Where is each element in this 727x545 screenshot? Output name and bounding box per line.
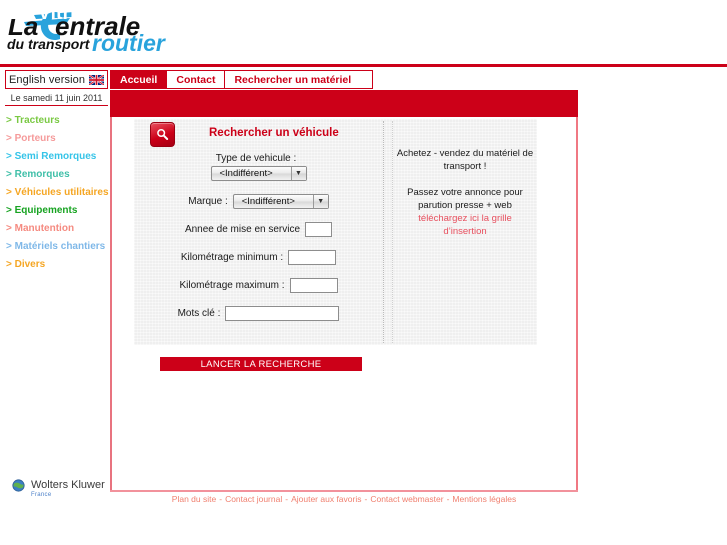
promo-line-3: Passez votre annonce pour	[407, 187, 523, 198]
chevron-down-icon[interactable]: ▼	[290, 167, 306, 180]
footer-separator: -	[219, 494, 223, 504]
footer-divider	[110, 490, 578, 492]
current-date-text: Le samedi 11 juin 2011	[10, 93, 103, 103]
search-panel: Rechercher un véhicule Type de vehicule …	[134, 119, 537, 371]
tab-contact[interactable]: Contact	[166, 70, 225, 89]
sidebar-item-remorques[interactable]: > Remorques	[5, 166, 108, 184]
type-de-vehicule-label: Type de vehicule :	[215, 153, 297, 164]
language-switcher[interactable]: English version	[5, 70, 108, 89]
footer-separator: -	[285, 494, 289, 504]
footer-separator: -	[364, 494, 368, 504]
mots-cle-input[interactable]	[225, 306, 340, 321]
promo-block: Achetez - vendez du matériel de transpor…	[396, 147, 534, 238]
sidebar-item-tracteurs[interactable]: > Tracteurs	[5, 112, 108, 130]
lancer-la-recherche-button[interactable]: LANCER LA RECHERCHE	[160, 357, 362, 371]
panel-divider-right	[392, 121, 393, 343]
wolters-kluwer-globe-icon	[12, 479, 25, 492]
kilometrage-maximum-input[interactable]	[289, 278, 338, 293]
sidebar-item-divers[interactable]: > Divers	[5, 256, 108, 274]
page-root: La entrale du transport routier English …	[0, 0, 727, 545]
page-title-bar	[110, 90, 578, 117]
magnifier-glyph	[157, 128, 169, 140]
footer-link-contact-webmaster[interactable]: Contact webmaster	[370, 494, 443, 504]
promo-spacer	[396, 173, 534, 186]
kilometrage-minimum-input[interactable]	[288, 250, 337, 265]
footer-link-mentions-legales[interactable]: Mentions légales	[452, 494, 516, 504]
sidebar-item-semi-remorques[interactable]: > Semi Remorques	[5, 148, 108, 166]
footer-links: Plan du site - Contact journal - Ajouter…	[110, 494, 578, 504]
sidebar-item-vehicules-utilitaires[interactable]: > Véhicules utilitaires	[5, 184, 109, 202]
sidebar-item-materiels-chantiers[interactable]: > Matériels chantiers	[5, 238, 108, 256]
type-de-vehicule-value: <Indifférent>	[219, 168, 273, 179]
category-sidebar: > Tracteurs > Porteurs > Semi Remorques …	[5, 112, 109, 274]
uk-flag-icon	[89, 74, 105, 85]
annee-mise-en-service-input[interactable]	[305, 222, 333, 237]
magnifier-icon[interactable]	[150, 122, 175, 147]
svg-text:routier: routier	[92, 30, 166, 52]
current-date: Le samedi 11 juin 2011	[5, 91, 108, 106]
promo-download-link[interactable]: téléchargez ici la grille d’insertion	[396, 212, 534, 238]
svg-text:du transport: du transport	[7, 36, 91, 52]
page-title: La Vitrine	[10, 3, 99, 24]
chevron-down-icon[interactable]: ▼	[312, 195, 328, 208]
vehicle-search-form: Type de vehicule : <Indifférent> ▼ Marqu…	[134, 153, 383, 371]
partner-name: Wolters Kluwer	[31, 479, 105, 491]
footer-link-ajouter-aux-favoris[interactable]: Ajouter aux favoris	[291, 494, 361, 504]
partner-logo[interactable]: Wolters Kluwer France	[12, 479, 105, 499]
footer-separator: -	[446, 494, 450, 504]
footer-link-contact-journal[interactable]: Contact journal	[225, 494, 282, 504]
marque-select[interactable]: <Indifférent> ▼	[232, 194, 329, 209]
tab-rechercher-un-materiel[interactable]: Rechercher un matériel	[224, 70, 361, 89]
sidebar-item-manutention[interactable]: > Manutention	[5, 220, 108, 238]
promo-line-4: parution presse + web	[418, 200, 512, 211]
tab-accueil[interactable]: Accueil	[110, 70, 167, 89]
sidebar-item-equipements[interactable]: > Equipements	[5, 202, 108, 220]
language-label: English version	[8, 73, 86, 86]
promo-line-2: transport !	[443, 161, 487, 172]
search-panel-heading: Rechercher un véhicule	[209, 127, 339, 139]
partner-country: France	[31, 492, 52, 498]
marque-value: <Indifférent>	[241, 196, 295, 207]
marque-label: Marque :	[188, 196, 228, 207]
partner-text: Wolters Kluwer France	[31, 479, 105, 499]
kilometrage-maximum-label: Kilométrage maximum :	[179, 280, 285, 291]
footer-link-plan-du-site[interactable]: Plan du site	[172, 494, 216, 504]
promo-line-1: Achetez - vendez du matériel de	[396, 148, 534, 159]
sidebar-item-porteurs[interactable]: > Porteurs	[5, 130, 108, 148]
panel-divider-left	[383, 121, 384, 343]
annee-mise-en-service-label: Annee de mise en service	[184, 224, 301, 235]
kilometrage-minimum-label: Kilométrage minimum :	[180, 252, 284, 263]
main-nav-tabs: Accueil Contact Rechercher un matériel	[110, 70, 374, 89]
header-divider	[0, 64, 727, 67]
mots-cle-label: Mots clé :	[177, 308, 221, 319]
type-de-vehicule-select[interactable]: <Indifférent> ▼	[210, 166, 307, 181]
tab-strip-end	[360, 70, 374, 89]
